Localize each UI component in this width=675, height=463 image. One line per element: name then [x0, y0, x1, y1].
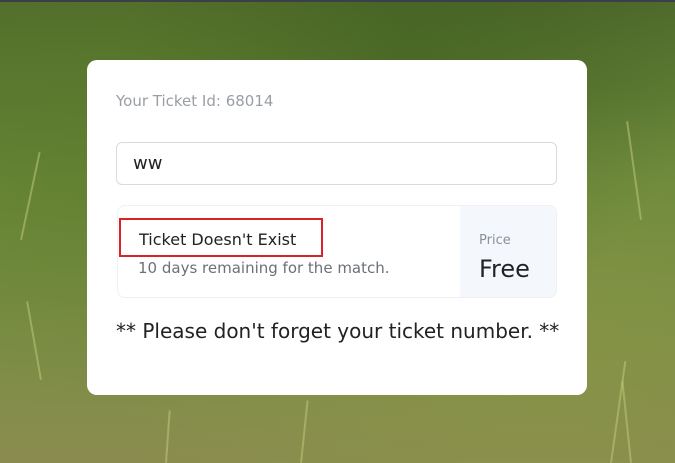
grass-blade: [300, 400, 309, 463]
price-label: Price: [479, 233, 511, 248]
reminder-note: ** Please don't forget your ticket numbe…: [116, 319, 560, 343]
status-info: Ticket Doesn't Exist 10 days remaining f…: [118, 206, 460, 297]
status-title: Ticket Doesn't Exist: [119, 218, 323, 257]
grass-blade: [26, 301, 42, 381]
ticket-status-panel: Ticket Doesn't Exist 10 days remaining f…: [117, 205, 557, 298]
price-panel: Price Free: [460, 206, 556, 297]
grass-blade: [621, 380, 632, 463]
grass-blade: [20, 151, 41, 241]
ticket-card: Your Ticket Id: 68014 Ticket Doesn't Exi…: [87, 60, 587, 395]
ticket-number-input[interactable]: [116, 142, 557, 185]
top-border: [0, 0, 675, 2]
price-value: Free: [479, 255, 530, 283]
ticket-id-label: Your Ticket Id: 68014: [116, 92, 274, 110]
grass-blade: [626, 120, 642, 221]
status-subtitle: 10 days remaining for the match.: [138, 259, 390, 277]
grass-blade: [165, 410, 171, 463]
